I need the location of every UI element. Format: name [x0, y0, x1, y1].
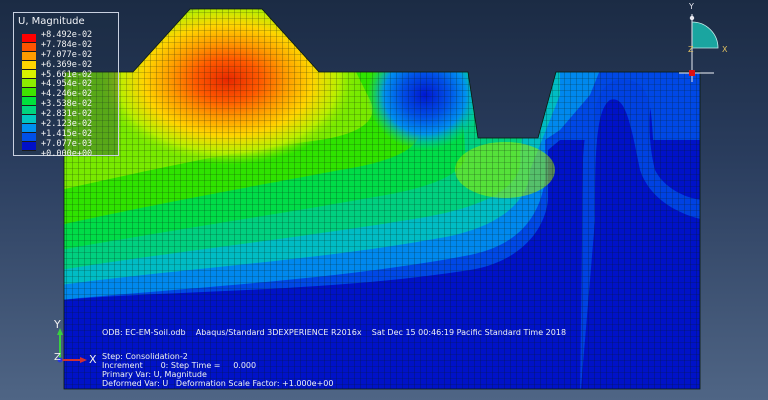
legend-values: +8.492e-02 +7.784e-02 +7.077e-02 +6.369e-02…	[41, 30, 92, 159]
view-triad-top-right[interactable]: Y Z X	[676, 2, 736, 82]
axis-label-y: Y	[54, 318, 61, 331]
soil-body	[64, 9, 700, 389]
triad-label-z: Z	[688, 45, 694, 54]
legend-value: +8.492e-02	[41, 30, 93, 40]
legend-swatch	[22, 115, 36, 124]
legend-color-bar	[22, 34, 36, 151]
legend-value: +7.077e-03	[41, 138, 93, 149]
triad-label-y: Y	[689, 2, 694, 11]
legend-swatch	[22, 124, 36, 133]
legend-value: +4.246e-02	[41, 89, 93, 100]
legend-value: +7.077e-02	[41, 49, 93, 60]
legend-swatch	[22, 97, 36, 106]
axis-label-x: X	[89, 353, 97, 366]
legend-swatch	[22, 43, 36, 52]
deformed-var-info: Deformed Var: U Deformation Scale Factor…	[102, 379, 334, 388]
legend-swatch	[22, 61, 36, 70]
legend-value: +7.784e-02	[41, 39, 93, 50]
legend-value: +0.000e+00	[41, 148, 93, 159]
legend-swatch	[22, 34, 36, 43]
coordinate-axis-triad: Y Z X	[49, 318, 109, 368]
legend-value: +4.954e-02	[41, 79, 93, 90]
legend-value: +6.369e-02	[41, 59, 93, 70]
contour-legend: U, Magnitude +8.492e-02 +7.784e-02 +7.077e…	[13, 12, 119, 159]
triad-label-x: X	[722, 45, 728, 54]
legend-value: +2.831e-02	[41, 109, 93, 120]
legend-value: +2.123e-02	[41, 119, 93, 130]
legend-swatch	[22, 106, 36, 115]
legend-value: +3.538e-02	[41, 99, 93, 110]
legend-title: U, Magnitude	[18, 16, 85, 27]
axis-label-z: Z	[54, 352, 61, 363]
model-viewport[interactable]: U, Magnitude +8.492e-02 +7.784e-02 +7.077e…	[0, 0, 768, 400]
legend-swatch	[22, 133, 36, 142]
legend-swatch	[22, 79, 36, 88]
legend-value: +5.661e-02	[41, 69, 93, 80]
legend-value: +1.415e-02	[41, 128, 93, 139]
legend-swatch	[22, 70, 36, 79]
legend-swatch	[22, 52, 36, 61]
legend-swatch	[22, 88, 36, 97]
odb-info-line: ODB: EC-EM-Soil.odb Abaqus/Standard 3DEX…	[102, 328, 567, 337]
triad-icon	[679, 14, 719, 82]
legend-swatch	[22, 142, 36, 151]
